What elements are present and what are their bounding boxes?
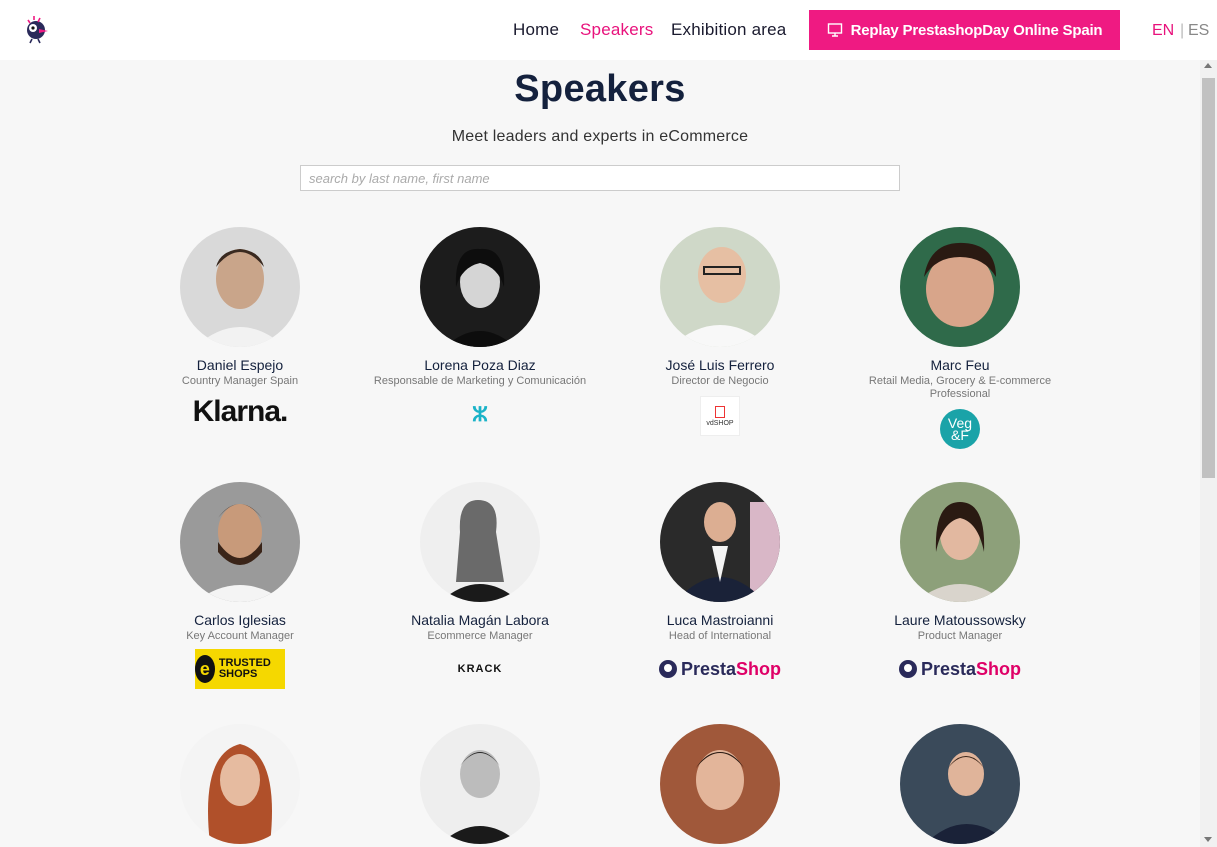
replay-button[interactable]: Replay PrestashopDay Online Spain <box>809 10 1120 50</box>
speaker-card[interactable]: Carlos Iglesias Key Account Manager e TRU… <box>120 482 360 689</box>
avatar <box>660 482 780 602</box>
page-title: Speakers <box>514 68 686 110</box>
avatar <box>420 482 540 602</box>
nav-exhibition-area[interactable]: Exhibition area <box>671 20 786 40</box>
prestashop-puffin-icon <box>658 660 677 678</box>
speaker-card[interactable] <box>120 724 360 844</box>
avatar <box>420 227 540 347</box>
speaker-role: Responsable de Marketing y Comunicación <box>373 375 587 387</box>
speaker-name: Natalia Magán Labora <box>411 612 549 628</box>
avatar <box>180 724 300 844</box>
avatar <box>900 227 1020 347</box>
scroll-down-arrow-icon[interactable] <box>1204 837 1212 842</box>
krack-logo: KRACK <box>457 663 503 675</box>
speaker-card[interactable]: Luca Mastroianni Head of International P… <box>600 482 840 689</box>
speaker-card[interactable]: Lorena Poza Diaz Responsable de Marketin… <box>360 227 600 434</box>
avatar <box>660 227 780 347</box>
avatar <box>900 482 1020 602</box>
speaker-card[interactable] <box>600 724 840 844</box>
bluetag-icon: ⵣ <box>472 403 488 426</box>
speaker-role: Key Account Manager <box>186 630 294 642</box>
monitor-icon <box>827 23 842 37</box>
speaker-role: Retail Media, Grocery & E-commerce Profe… <box>868 375 1052 400</box>
speaker-name: Marc Feu <box>930 357 990 373</box>
prestashop-puffin-icon <box>898 660 917 678</box>
avatar <box>180 227 300 347</box>
avatar <box>660 724 780 844</box>
nav-home[interactable]: Home <box>513 20 559 40</box>
trusted-shops-logo: e TRUSTED SHOPS <box>120 649 360 689</box>
replay-button-label: Replay PrestashopDay Online Spain <box>850 21 1103 39</box>
speaker-name: José Luis Ferrero <box>665 357 775 373</box>
vdshop-logo: vdSHOP <box>600 394 840 438</box>
speaker-card[interactable]: Natalia Magán Labora Ecommerce Manager K… <box>360 482 600 689</box>
lang-es-link[interactable]: ES <box>1188 22 1209 40</box>
vegf-logo: Veg &F <box>840 407 1080 451</box>
speaker-role: Head of International <box>668 630 772 642</box>
speaker-card[interactable]: Daniel Espejo Country Manager Spain Klar… <box>120 227 360 430</box>
avatar <box>180 482 300 602</box>
lang-separator: | <box>1180 22 1185 39</box>
scrollbar-thumb[interactable] <box>1202 78 1215 478</box>
speaker-name: Lorena Poza Diaz <box>424 357 536 373</box>
speaker-name: Daniel Espejo <box>196 357 284 373</box>
speaker-role: Country Manager Spain <box>181 375 299 387</box>
scrollbar[interactable] <box>1200 60 1217 847</box>
scroll-up-arrow-icon[interactable] <box>1204 63 1212 68</box>
klarna-logo: Klarna. <box>192 395 289 428</box>
avatar <box>900 724 1020 844</box>
speaker-name: Carlos Iglesias <box>194 612 286 628</box>
lang-en-link[interactable]: EN <box>1152 22 1174 40</box>
avatar <box>420 724 540 844</box>
speaker-role: Director de Negocio <box>671 375 769 387</box>
speaker-card[interactable]: Laure Matoussowsky Product Manager Prest… <box>840 482 1080 689</box>
prestashop-logo: Presta Shop <box>600 649 840 689</box>
speaker-role: Product Manager <box>917 630 1003 642</box>
speaker-role: Ecommerce Manager <box>427 630 533 642</box>
speaker-name: Laure Matoussowsky <box>894 612 1026 628</box>
site-header: Home Speakers Exhibition area Replay Pre… <box>0 0 1217 60</box>
speaker-card[interactable]: José Luis Ferrero Director de Negocio vd… <box>600 227 840 438</box>
speaker-card[interactable]: Marc Feu Retail Media, Grocery & E-comme… <box>840 227 1080 451</box>
company-logo: ⵣ <box>360 394 600 434</box>
speaker-name: Luca Mastroianni <box>666 612 774 628</box>
speaker-card[interactable] <box>840 724 1080 844</box>
speaker-card[interactable] <box>360 724 600 844</box>
search-input[interactable] <box>300 165 900 191</box>
page-subtitle: Meet leaders and experts in eCommerce <box>451 128 749 145</box>
prestashop-logo: Presta Shop <box>840 649 1080 689</box>
nav-speakers[interactable]: Speakers <box>580 20 653 40</box>
